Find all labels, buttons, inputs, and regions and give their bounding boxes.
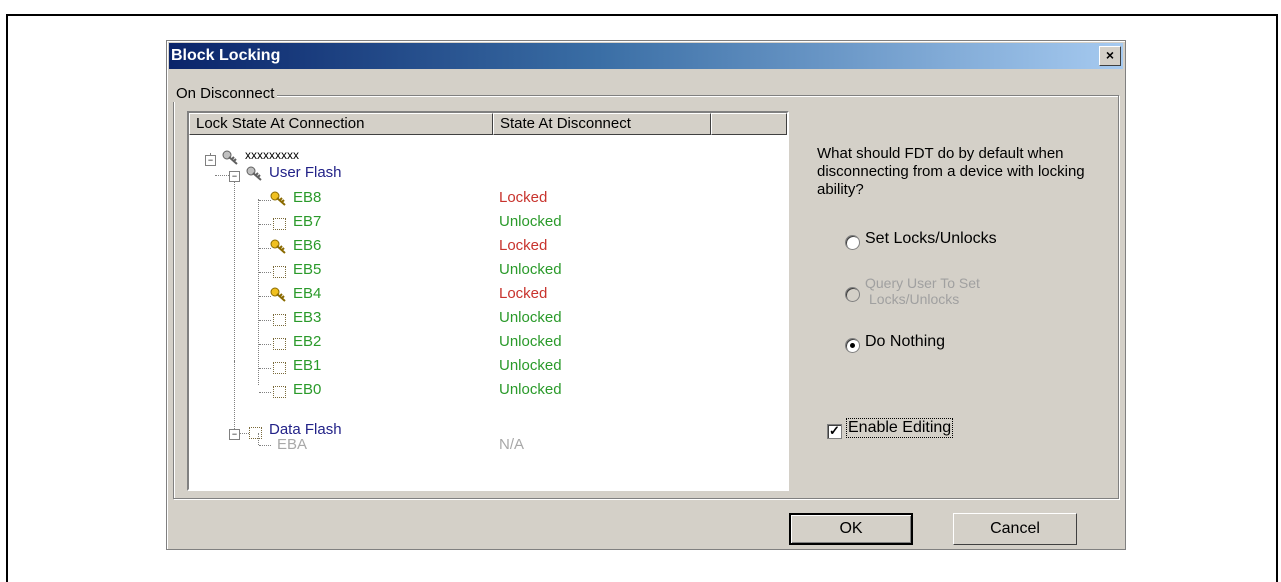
set-locks-label[interactable]: Set Locks/Unlocks: [865, 230, 997, 248]
close-button[interactable]: ×: [1099, 46, 1121, 66]
group-label: On Disconnect: [173, 85, 278, 102]
key-icon: [270, 191, 286, 206]
dialog-title: Block Locking: [171, 47, 281, 64]
block-state: Locked: [499, 237, 548, 254]
radio-do-nothing[interactable]: [845, 338, 860, 353]
expander-user-flash[interactable]: −: [229, 171, 240, 182]
expander-root[interactable]: −: [205, 155, 216, 166]
tree-line: [234, 175, 235, 361]
enable-editing-label[interactable]: Enable Editing: [845, 418, 954, 438]
column-header-connection[interactable]: Lock State At Connection: [189, 113, 493, 135]
key-icon: [246, 166, 262, 181]
tree-line: [259, 445, 271, 446]
expander-data-flash[interactable]: −: [229, 429, 240, 440]
tree-line: [258, 199, 259, 385]
query-user-label-line1: Query User To Set: [865, 275, 980, 291]
block-locking-dialog: Block Locking × On Disconnect Lock State…: [166, 40, 1126, 550]
unlocked-box-icon: [273, 338, 286, 350]
block-state: Unlocked: [499, 357, 562, 374]
block-name[interactable]: EB8: [293, 189, 321, 206]
block-name[interactable]: EB7: [293, 213, 321, 230]
block-name[interactable]: EB0: [293, 381, 321, 398]
block-state: Unlocked: [499, 309, 562, 326]
unlocked-box-icon: [273, 386, 286, 398]
radio-set-locks[interactable]: [845, 235, 860, 250]
tree-line: [259, 272, 271, 273]
check-icon: ✓: [829, 423, 840, 438]
unlocked-box-icon: [273, 362, 286, 374]
lock-state-tree[interactable]: Lock State At Connection State At Discon…: [187, 111, 789, 491]
column-header-filler: [711, 113, 787, 135]
block-name[interactable]: EB5: [293, 261, 321, 278]
unlocked-box-icon: [249, 427, 262, 439]
cancel-button[interactable]: Cancel: [953, 513, 1077, 545]
block-state: Unlocked: [499, 261, 562, 278]
unlocked-box-icon: [273, 218, 286, 230]
tree-line: [215, 175, 229, 176]
ok-button[interactable]: OK: [789, 513, 913, 545]
unlocked-box-icon: [273, 266, 286, 278]
block-state: Unlocked: [499, 333, 562, 350]
close-icon: ×: [1105, 47, 1115, 63]
tree-root-label[interactable]: xxxxxxxxx: [245, 148, 299, 162]
block-state: Unlocked: [499, 381, 562, 398]
block-name[interactable]: EB3: [293, 309, 321, 326]
tree-line: [234, 361, 235, 433]
eba-state: N/A: [499, 436, 525, 453]
key-icon: [270, 239, 286, 254]
block-name[interactable]: EB2: [293, 333, 321, 350]
tree-line: [259, 224, 271, 225]
unlocked-box-icon: [273, 314, 286, 326]
tree-line: [259, 392, 271, 393]
do-nothing-label[interactable]: Do Nothing: [865, 333, 945, 351]
query-user-label-line2: Locks/Unlocks: [869, 291, 960, 307]
radio-query-user: [845, 287, 860, 302]
tree-line: [259, 320, 271, 321]
title-bar: Block Locking ×: [169, 43, 1123, 69]
block-state: Unlocked: [499, 213, 562, 230]
tree-line: [259, 344, 271, 345]
block-name[interactable]: EB4: [293, 285, 321, 302]
column-header-disconnect[interactable]: State At Disconnect: [493, 113, 711, 135]
enable-editing-checkbox[interactable]: ✓: [827, 424, 842, 439]
key-icon: [222, 150, 238, 165]
block-name[interactable]: EB6: [293, 237, 321, 254]
question-text: What should FDT do by default when disco…: [817, 145, 1085, 198]
user-flash-label[interactable]: User Flash: [269, 164, 342, 181]
block-state: Locked: [499, 189, 548, 206]
block-name[interactable]: EB1: [293, 357, 321, 374]
key-icon: [270, 287, 286, 302]
eba-label[interactable]: EBA: [277, 436, 307, 453]
block-state: Locked: [499, 285, 548, 302]
tree-line: [259, 368, 271, 369]
